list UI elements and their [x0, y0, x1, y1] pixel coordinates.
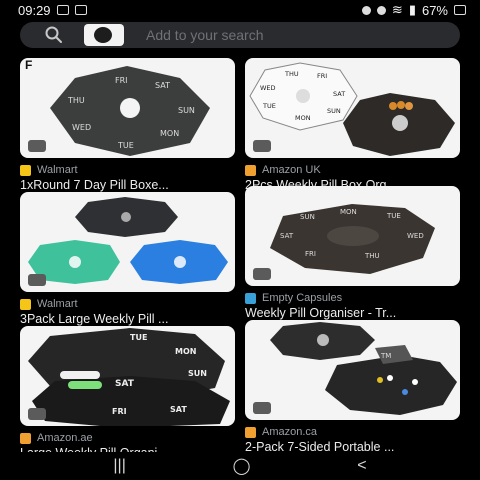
source-label: Amazon.ae	[37, 432, 93, 444]
product-tag-icon	[28, 140, 46, 152]
status-bar: 09:29 ≋ ▮ 67%	[0, 0, 480, 20]
pill-label: MON	[295, 114, 311, 122]
recents-icon[interactable]: |||	[113, 457, 125, 475]
navigation-bar: ||| ◯ <	[0, 452, 480, 480]
back-icon[interactable]: <	[357, 457, 366, 475]
source-label: Empty Capsules	[262, 292, 343, 304]
result-card[interactable]: TM Amazon.ca 2-Pack 7-Sided Portable ...	[245, 320, 460, 454]
pill-label: MON	[175, 347, 196, 356]
search-bar[interactable]: Add to your search	[20, 22, 460, 48]
wifi-icon: ≋	[391, 2, 403, 17]
result-image[interactable]: TM	[245, 320, 460, 420]
product-tag-icon	[253, 402, 271, 414]
result-card[interactable]: F FRI SAT SUN MON TUE WED THU Walmart 1x…	[20, 58, 235, 192]
pill-label: WED	[407, 232, 424, 240]
source-label: Walmart	[37, 164, 78, 176]
pill-label: SAT	[155, 81, 170, 90]
mail-icon	[56, 5, 69, 15]
signal-icon: ▮	[408, 2, 416, 17]
pill-label: TM	[380, 352, 391, 360]
pill-box-image	[28, 197, 228, 284]
status-time: 09:29	[18, 2, 51, 18]
search-input[interactable]: Add to your search	[146, 27, 264, 43]
pill-label: SUN	[327, 107, 341, 115]
result-title[interactable]: 1xRound 7 Day Pill Boxe...	[20, 178, 235, 192]
status-right: ≋ ▮ 67%	[361, 2, 466, 18]
product-tag-icon	[28, 408, 46, 420]
pill-label: TUE	[130, 333, 147, 342]
source-label: Walmart	[37, 298, 78, 310]
battery-level: 67%	[421, 2, 448, 18]
result-card[interactable]: THU FRI SAT SUN MON TUE WED Amazon UK 2P…	[245, 58, 460, 192]
product-tag-icon	[253, 268, 271, 280]
pill-label: MON	[160, 129, 179, 138]
pill-box-image: TUE MON SUN SAT FRI SAT	[28, 328, 230, 426]
result-source: Amazon.ca	[245, 426, 460, 438]
pill-label: SAT	[333, 90, 345, 98]
pill-label: THU	[67, 96, 85, 105]
result-card[interactable]: Walmart 3Pack Large Weekly Pill ...	[20, 192, 235, 326]
pill-box-image: THU FRI SAT SUN MON TUE WED	[249, 62, 455, 156]
corner-letter: F	[25, 58, 33, 72]
result-title[interactable]: 3Pack Large Weekly Pill ...	[20, 312, 235, 326]
pill-label: SUN	[300, 213, 315, 221]
empty-capsules-favicon-icon	[245, 292, 256, 304]
pill-box-image: MON TUE WED THU FRI SAT SUN	[270, 204, 435, 274]
walmart-favicon-icon	[20, 164, 31, 176]
result-image[interactable]: F FRI SAT SUN MON TUE WED THU	[20, 58, 235, 158]
product-tag-icon	[253, 140, 271, 152]
alarm-icon	[361, 5, 371, 15]
result-source: Walmart	[20, 298, 235, 310]
result-title[interactable]: Weekly Pill Organiser - Tr...	[245, 306, 460, 320]
result-source: Amazon.ae	[20, 432, 235, 444]
pill-label: WED	[72, 123, 91, 132]
amazon-favicon-icon	[245, 164, 256, 176]
bluetooth-icon	[376, 5, 386, 15]
search-icon[interactable]	[44, 25, 64, 45]
result-source: Walmart	[20, 164, 235, 176]
result-image[interactable]	[20, 192, 235, 292]
pill-box-image: FRI SAT SUN MON TUE WED THU	[50, 66, 210, 156]
result-image[interactable]: THU FRI SAT SUN MON TUE WED	[245, 58, 460, 158]
pill-box-image: TM	[270, 322, 457, 415]
amazon-favicon-icon	[20, 432, 31, 444]
status-left: 09:29	[18, 3, 87, 18]
pill-label: FRI	[115, 76, 128, 85]
result-source: Empty Capsules	[245, 292, 460, 304]
pill-label: TUE	[386, 212, 401, 220]
result-card[interactable]: TUE MON SUN SAT FRI SAT Amazon.ae Large …	[20, 326, 235, 460]
pill-label: FRI	[317, 72, 327, 80]
pill-label: SAT	[170, 405, 187, 414]
pill-label: TUE	[117, 141, 134, 150]
battery-icon	[454, 5, 466, 15]
result-source: Amazon UK	[245, 164, 460, 176]
gallery-icon	[74, 5, 87, 15]
result-image[interactable]: TUE MON SUN SAT FRI SAT	[20, 326, 235, 426]
pill-label: SAT	[280, 232, 294, 240]
result-card[interactable]: MON TUE WED THU FRI SAT SUN Empty Capsul…	[245, 186, 460, 320]
pill-label: WED	[260, 84, 276, 92]
pill-label: FRI	[112, 407, 127, 416]
pill-label: THU	[364, 252, 380, 260]
amazon-favicon-icon	[245, 426, 256, 438]
search-image-thumbnail[interactable]	[84, 24, 124, 46]
pill-label: SAT	[115, 379, 135, 389]
pill-label: SUN	[178, 106, 195, 115]
pill-label: MON	[340, 208, 357, 216]
source-label: Amazon.ca	[262, 426, 318, 438]
source-label: Amazon UK	[262, 164, 321, 176]
pill-label: THU	[284, 70, 299, 78]
pill-label: TUE	[262, 102, 276, 110]
home-icon[interactable]: ◯	[233, 456, 251, 476]
result-image[interactable]: MON TUE WED THU FRI SAT SUN	[245, 186, 460, 286]
pill-label: SUN	[188, 369, 207, 378]
product-tag-icon	[28, 274, 46, 286]
pill-label: FRI	[305, 250, 316, 258]
walmart-favicon-icon	[20, 298, 31, 310]
